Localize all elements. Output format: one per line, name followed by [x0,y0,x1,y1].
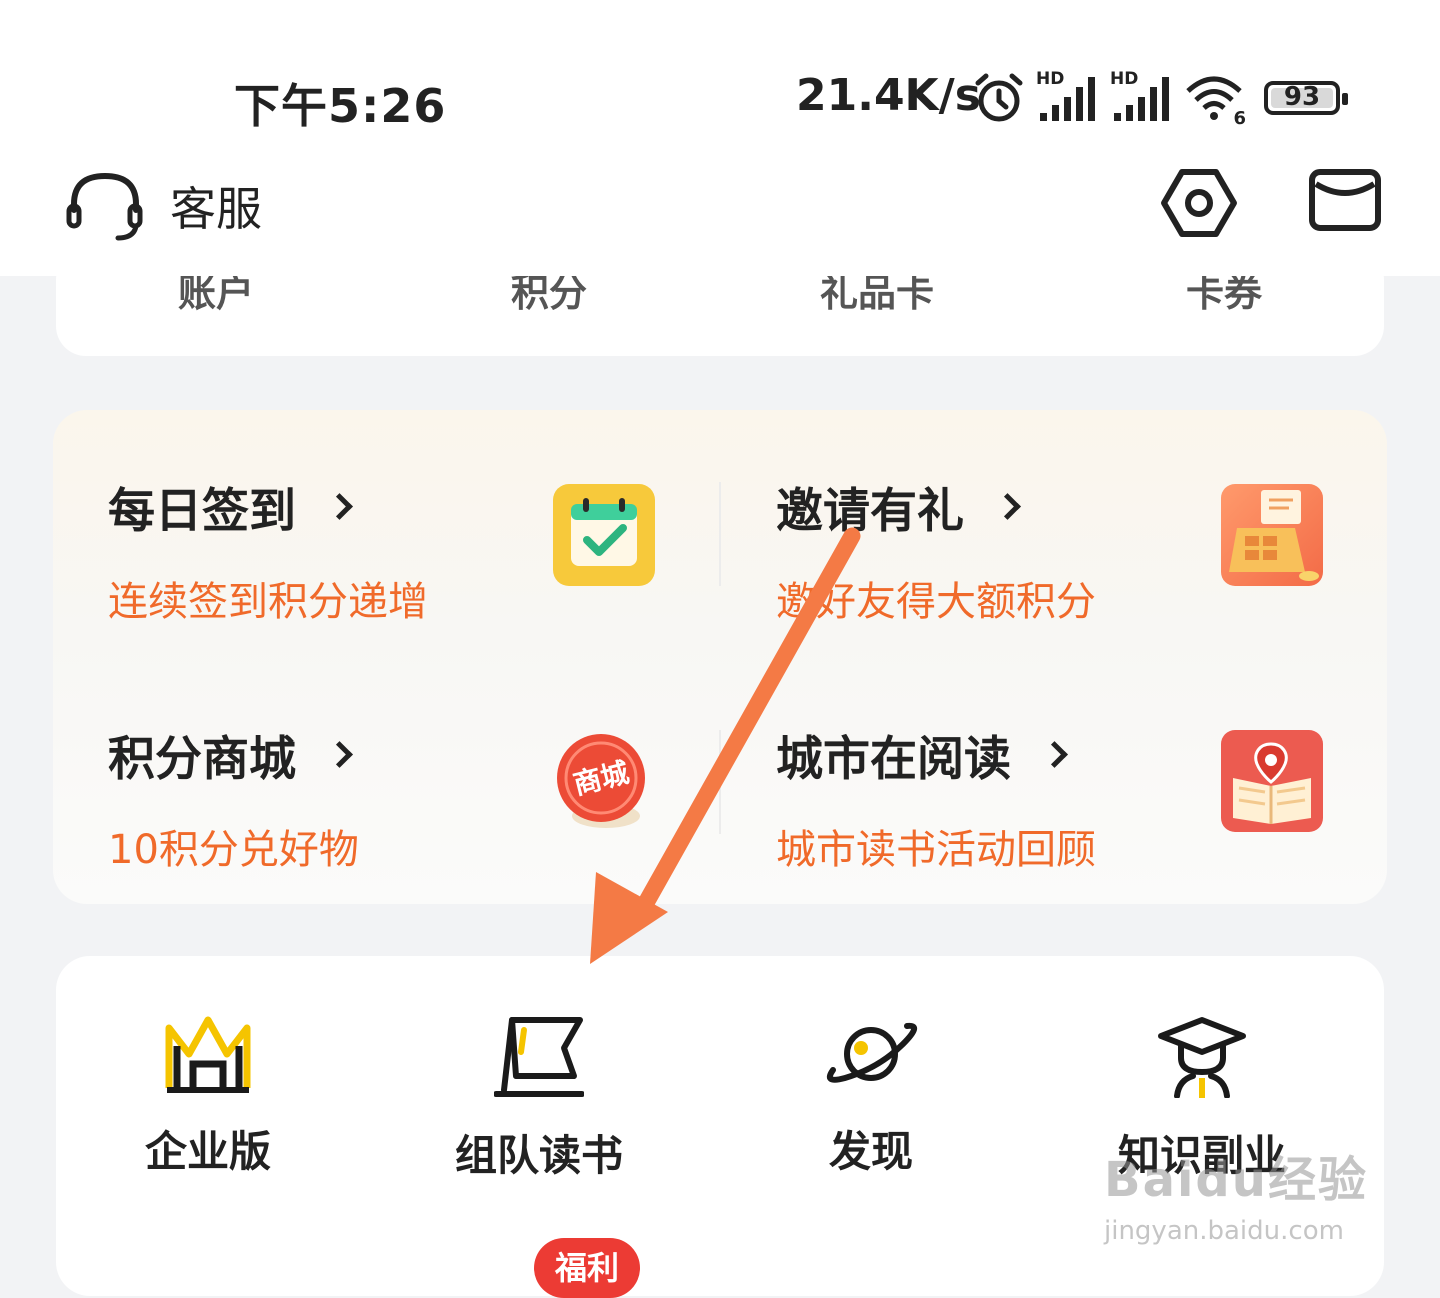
mail-button[interactable] [1308,168,1382,232]
gift-register-icon [1219,482,1325,588]
benefits-card: 每日签到 连续签到积分递增 邀请有礼 邀好友得大额积分 积分商城 10积分兑好物… [53,410,1387,904]
signal-icon: HD [1110,69,1174,123]
chevron-right-icon [326,493,353,520]
item-title: 积分商城 [108,732,296,787]
city-reading-item[interactable]: 城市在阅读 城市读书活动回顾 [776,720,1096,875]
wifi-icon: 6 [1184,73,1246,129]
status-time: 下午5:26 [234,79,447,133]
quick-action-discover[interactable]: 发现 [751,1014,991,1179]
invite-gift-item[interactable]: 邀请有礼 邀好友得大额积分 [776,472,1096,627]
chevron-right-icon [994,493,1021,520]
battery-icon: 93 [1264,81,1348,115]
item-title: 每日签到 [108,484,296,539]
quick-action-knowledge[interactable]: 知识副业 [1082,1014,1322,1183]
item-title: 邀请有礼 [776,484,964,539]
team-flag-icon [494,1017,584,1097]
quick-action-label: 知识副业 [1117,1131,1286,1180]
item-subtitle: 连续签到积分递增 [108,579,428,625]
customer-service-label: 客服 [170,182,262,236]
item-subtitle: 城市读书活动回顾 [776,827,1096,873]
mall-badge-icon: 商城 [551,728,657,834]
chevron-right-icon [326,741,353,768]
status-icons: HD HD 6 93 [972,69,1348,129]
item-subtitle: 10积分兑好物 [108,827,359,873]
quick-action-enterprise[interactable]: 企业版 [88,1014,328,1179]
calendar-check-icon [551,482,657,588]
divider [719,730,721,834]
alarm-icon [975,73,1023,122]
quick-action-label: 企业版 [144,1127,271,1176]
daily-checkin-item[interactable]: 每日签到 连续签到积分递增 [108,472,428,627]
quick-action-label: 组队读书 [454,1131,623,1180]
status-bar: 下午5:26 21.4K/s HD HD 6 93 [0,0,1440,150]
welfare-badge: 福利 [534,1238,640,1298]
customer-service-button[interactable]: 客服 [66,170,262,242]
page-header: 客服 [0,150,1440,276]
planet-icon [827,1022,917,1083]
quick-action-label: 发现 [828,1127,913,1176]
map-book-icon [1219,728,1325,834]
mail-icon [1309,169,1381,231]
points-mall-item[interactable]: 积分商城 10积分兑好物 [108,720,359,875]
item-subtitle: 邀好友得大额积分 [776,579,1096,625]
battery-level: 93 [1283,82,1321,112]
divider [719,482,721,586]
signal-icon: HD [1036,69,1100,123]
wifi-label: 6 [1233,108,1246,129]
item-title: 城市在阅读 [776,732,1011,787]
quick-actions-card: 企业版 组队读书 发现 知识副业 福利 [56,956,1384,1298]
chevron-right-icon [1041,741,1068,768]
settings-icon [1161,169,1237,237]
settings-button[interactable] [1160,164,1238,242]
network-speed: 21.4K/s [796,70,981,121]
graduation-cap-icon [1158,1017,1246,1098]
quick-action-team-reading[interactable]: 组队读书 [419,1014,659,1183]
headset-icon [66,172,143,241]
enterprise-icon [165,1016,251,1093]
